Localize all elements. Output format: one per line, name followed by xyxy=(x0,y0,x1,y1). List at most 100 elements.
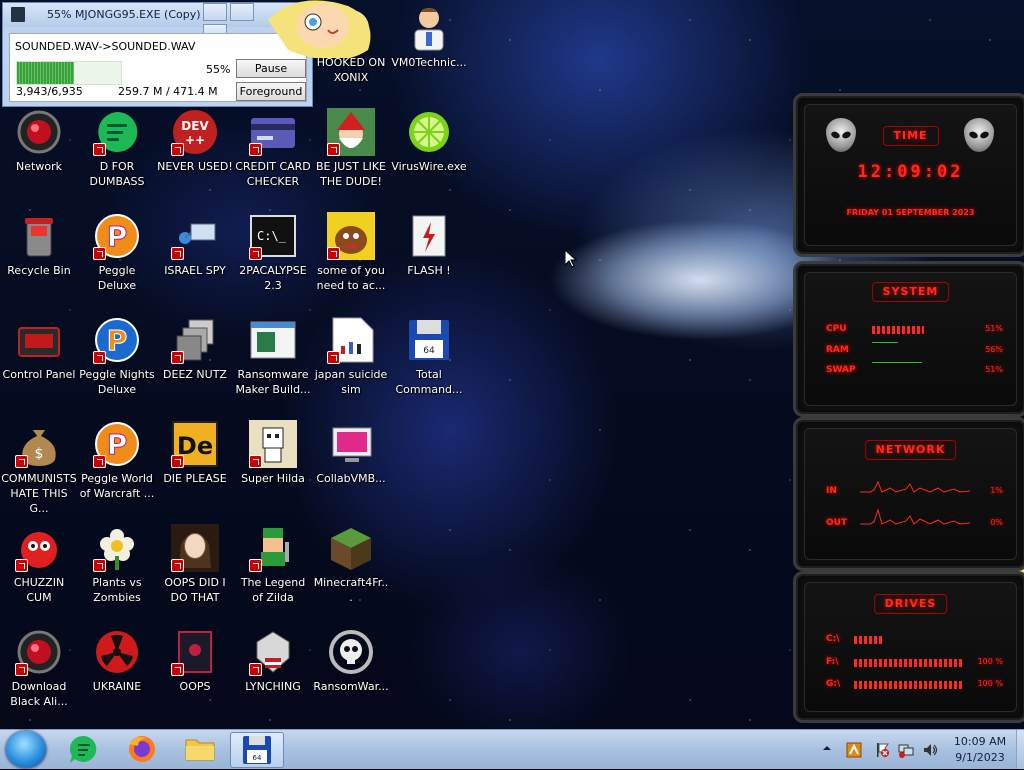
alienware-orb-icon xyxy=(15,108,63,156)
icon-label: Super Hilda xyxy=(241,472,305,485)
icon-label: Peggle Nights Deluxe xyxy=(79,368,155,396)
desktop-icon-oops-did-i[interactable]: OOPS DID I DO THAT xyxy=(156,520,234,605)
desktop-icon-never-used[interactable]: DEV ++ NEVER USED! xyxy=(156,104,234,174)
desktop-icon-super-hilda[interactable]: Super Hilda xyxy=(234,416,312,486)
start-button[interactable] xyxy=(6,731,46,768)
desktop-icon-deez-nutz[interactable]: DEEZ NUTZ xyxy=(156,312,234,382)
icon-label: CollabVMB... xyxy=(316,472,386,485)
chuzzle-icon xyxy=(15,524,63,572)
icon-label: some of you need to ac... xyxy=(316,264,386,292)
dev-cpp-icon: DEV ++ xyxy=(171,108,219,156)
net-in-graph xyxy=(860,480,970,493)
grass-block-icon xyxy=(327,524,375,572)
icon-label: japan suicide sim xyxy=(314,368,388,396)
copy-progress-body: SOUNDED.WAV->SOUNDED.WAV 55% 3,943/6,935… xyxy=(9,33,307,102)
desktop-icon-network[interactable]: Network xyxy=(0,104,78,174)
green-speech-icon xyxy=(69,735,97,763)
desktop-icon-be-just-like-the-dude[interactable]: BE JUST LIKE THE DUDE! xyxy=(312,104,390,189)
net-out-label: OUT xyxy=(826,518,848,528)
desktop-icon-die-please[interactable]: De DIE PLEASE xyxy=(156,416,234,486)
drives-title: DRIVES xyxy=(873,594,948,614)
desktop-icon-collabvmb[interactable]: CollabVMB... xyxy=(312,416,390,486)
taskbar-app-explorer[interactable] xyxy=(174,732,226,766)
desktop-icon-flash[interactable]: FLASH ! xyxy=(390,208,468,278)
desktop-icon-plants-vs-zombies[interactable]: Plants vs Zombies xyxy=(78,520,156,605)
pause-button[interactable]: Pause xyxy=(236,59,306,78)
icon-label: D FOR DUMBASS xyxy=(89,160,145,188)
desktop-icon-ransomwar[interactable]: RansomWar... xyxy=(312,624,390,694)
icon-label: COMMUNISTS HATE THIS G... xyxy=(1,472,77,515)
desktop-icon-ukraine[interactable]: UKRAINE xyxy=(78,624,156,694)
taskbar-app-firefox[interactable] xyxy=(116,732,168,766)
recycle-bin-icon xyxy=(15,212,63,260)
action-center-flag-icon[interactable] xyxy=(874,742,890,758)
icon-label: ISRAEL SPY xyxy=(164,264,226,277)
desktop-icon-peggle-deluxe[interactable]: P Peggle Deluxe xyxy=(78,208,156,293)
icon-label: The Legend of Zilda xyxy=(240,576,306,604)
icon-label: OOPS xyxy=(179,680,211,693)
volume-icon[interactable] xyxy=(922,742,938,758)
desktop-icon-recycle-bin[interactable]: Recycle Bin xyxy=(0,208,78,278)
emblem-icon xyxy=(249,628,297,676)
taskbar-clock[interactable]: 10:09 AM 9/1/2023 xyxy=(948,734,1012,766)
icon-label: Total Command... xyxy=(395,368,463,396)
desktop-icon-minecraft[interactable]: Minecraft4Fr... xyxy=(312,520,390,605)
svg-text:P: P xyxy=(107,324,128,357)
show-hidden-icons-chevron-icon[interactable] xyxy=(822,743,832,759)
desktop-icon-viruswire[interactable]: VirusWire.exe xyxy=(390,104,468,174)
desktop-icon-total-commander[interactable]: 64 Total Command... xyxy=(390,312,468,397)
taskbar-app-messages[interactable] xyxy=(58,732,110,766)
peggle-wow-icon: P xyxy=(93,420,141,468)
de-icon: De xyxy=(171,420,219,468)
desktop-icon-d-for-dumbass[interactable]: D FOR DUMBASS xyxy=(78,104,156,189)
bytes-copied: 259.7 M / 471.4 M xyxy=(118,85,218,98)
flower-icon xyxy=(93,524,141,572)
copy-progress-window[interactable]: 55% MJONGG95.EXE (Copy) SOUNDED.WAV->SOU… xyxy=(2,2,313,107)
maximize-button[interactable] xyxy=(229,3,254,21)
portrait-icon xyxy=(171,524,219,572)
show-desktop-button[interactable] xyxy=(1016,730,1024,769)
current-file: SOUNDED.WAV->SOUNDED.WAV xyxy=(15,40,196,53)
desktop-icon-peggle-nights[interactable]: P Peggle Nights Deluxe xyxy=(78,312,156,397)
pixel-character-icon xyxy=(249,420,297,468)
svg-text:P: P xyxy=(107,220,128,253)
desktop-icon-chuzzin[interactable]: CHUZZIN CUM xyxy=(0,520,78,605)
ram-label: RAM xyxy=(826,345,849,355)
window-title: 55% MJONGG95.EXE (Copy) xyxy=(47,8,201,21)
window-titlebar[interactable]: 55% MJONGG95.EXE (Copy) xyxy=(3,3,312,42)
desktop-icon-oops[interactable]: OOPS xyxy=(156,624,234,694)
money-bag-icon: $ xyxy=(15,420,63,468)
desktop-icon-ransomware-maker[interactable]: Ransomware Maker Build... xyxy=(234,312,312,397)
desktop-icon-legend-of-zilda[interactable]: The Legend of Zilda xyxy=(234,520,312,605)
taskbar-app-total-commander[interactable]: 64 xyxy=(230,732,284,768)
desktop-icon-control-panel[interactable]: Control Panel xyxy=(0,312,78,382)
drive-g-bar xyxy=(854,681,964,689)
desktop-icon-japan-suicide-sim[interactable]: japan suicide sim xyxy=(312,312,390,397)
system-monitor-widget: TIME 12:09:02 FRIDAY 01 SEPTEMBER 2023 S… xyxy=(793,93,1024,723)
control-panel-icon xyxy=(15,316,63,364)
desktop-icon-some-of-you[interactable]: some of you need to ac... xyxy=(312,208,390,293)
dog-icon xyxy=(327,212,375,260)
desktop-icon-communists[interactable]: $ COMMUNISTS HATE THIS G... xyxy=(0,416,78,516)
desktop-icon-credit-card-checker[interactable]: CREDIT CARD CHECKER xyxy=(234,104,312,189)
icon-label: CHUZZIN CUM xyxy=(13,576,65,604)
minimize-button[interactable] xyxy=(203,3,227,21)
foreground-button[interactable]: Foreground xyxy=(236,82,306,101)
icon-label: Download Black Ali... xyxy=(10,680,68,708)
green-speech-icon xyxy=(93,108,141,156)
desktop-icon-israel-spy[interactable]: ISRAEL SPY xyxy=(156,208,234,278)
network-status-icon[interactable] xyxy=(898,742,914,758)
desktop-icon-2pacalypse[interactable]: C:\_ 2PACALYPSE 2.3 xyxy=(234,208,312,293)
desktop-icon-lynching[interactable]: LYNCHING xyxy=(234,624,312,694)
icon-label: DIE PLEASE xyxy=(163,472,227,485)
tray-app-icon[interactable] xyxy=(846,742,862,758)
peggle-icon: P xyxy=(93,212,141,260)
window-app-icon xyxy=(249,316,297,364)
icon-label: Network xyxy=(16,160,62,173)
drive-f-label: F:\ xyxy=(826,657,839,667)
desktop-icon-vm0technic[interactable]: VM0Technic... xyxy=(390,0,468,70)
desktop-icon-peggle-wow[interactable]: P Peggle World of Warcraft ... xyxy=(78,416,156,501)
desktop-icon-download-black-ali[interactable]: Download Black Ali... xyxy=(0,624,78,709)
taskbar: 64 10:09 AM 9/1/2023 xyxy=(0,729,1024,769)
svg-text:$: $ xyxy=(35,446,44,462)
